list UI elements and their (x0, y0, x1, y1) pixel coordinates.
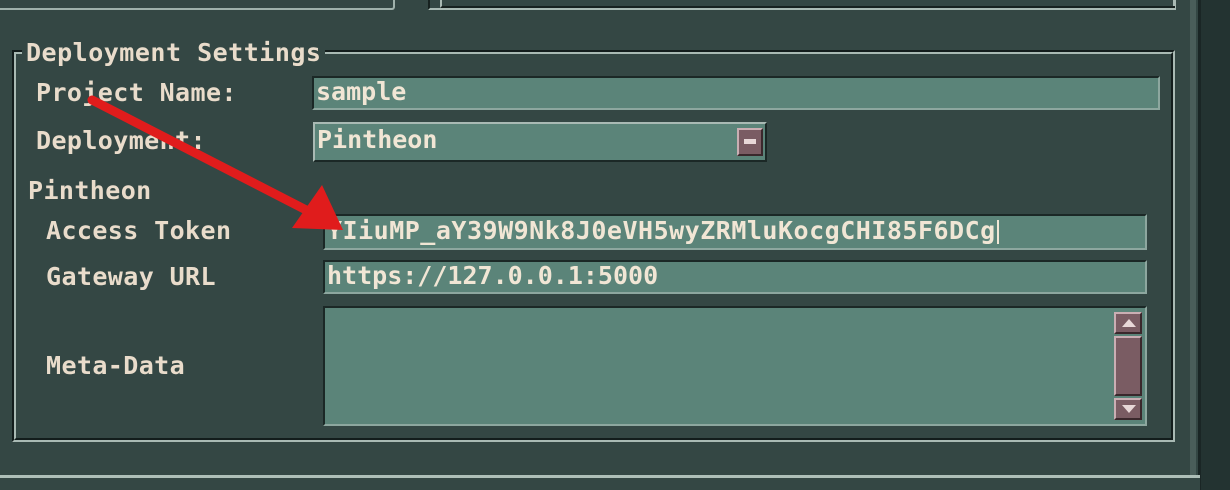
arrow-up-icon[interactable] (1114, 312, 1142, 334)
bottom-panel-edge (0, 475, 1200, 490)
access-token-label: Access Token (46, 216, 232, 245)
meta-data-scrollbar[interactable] (1113, 310, 1143, 422)
gateway-url-value: https://127.0.0.1:5000 (327, 261, 659, 290)
pintheon-section-label: Pintheon (28, 176, 152, 205)
window-right-edge (1198, 0, 1230, 490)
deployment-selected-value: Pintheon (317, 125, 438, 154)
access-token-value: YIiuMP_aY39W9Nk8J0eVH5wyZRMluKocgCHI85F6… (327, 216, 996, 245)
deployment-select[interactable]: Pintheon (313, 122, 767, 162)
previous-panel-right-inner-edge (440, 0, 1175, 8)
project-name-value: sample (316, 77, 407, 106)
previous-panel-left-edge (0, 0, 395, 10)
project-name-label: Project Name: (36, 78, 237, 107)
window-edge-highlight (1190, 0, 1196, 490)
text-cursor (996, 220, 999, 244)
arrow-down-icon[interactable] (1114, 398, 1142, 420)
scrollbar-thumb[interactable] (1114, 336, 1142, 396)
access-token-input[interactable]: YIiuMP_aY39W9Nk8J0eVH5wyZRMluKocgCHI85F6… (323, 214, 1147, 250)
meta-data-textarea[interactable] (323, 306, 1147, 426)
gateway-url-label: Gateway URL (46, 262, 216, 291)
dropdown-arrow-icon[interactable] (737, 128, 763, 156)
deployment-label: Deployment: (36, 126, 206, 155)
meta-data-label: Meta-Data (46, 351, 186, 380)
group-title: Deployment Settings (22, 38, 326, 68)
gateway-url-input[interactable]: https://127.0.0.1:5000 (323, 260, 1147, 294)
project-name-input[interactable]: sample (312, 76, 1160, 110)
